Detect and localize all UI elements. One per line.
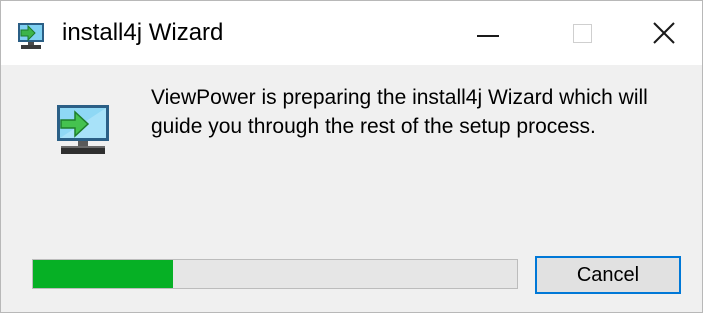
minimize-icon [477, 35, 499, 37]
dialog-content: ViewPower is preparing the install4j Wiz… [1, 65, 702, 312]
installer-window: install4j Wizard ViewPower is preparing … [0, 0, 703, 313]
installer-monitor-icon [57, 105, 109, 154]
status-message-line2: guide you through the rest of the setup … [151, 115, 596, 138]
cancel-button[interactable]: Cancel [535, 256, 681, 294]
progress-bar-fill [33, 260, 174, 288]
close-icon [653, 22, 675, 44]
window-title: install4j Wizard [62, 19, 224, 46]
status-message: ViewPower is preparing the install4j Wiz… [151, 83, 671, 141]
close-button[interactable] [626, 1, 702, 65]
status-message-line1: ViewPower is preparing the install4j Wiz… [151, 86, 648, 109]
title-bar[interactable]: install4j Wizard [1, 1, 702, 65]
installer-monitor-icon [18, 23, 44, 49]
progress-bar [32, 259, 518, 289]
maximize-button[interactable] [535, 1, 629, 65]
maximize-icon [572, 23, 592, 43]
minimize-button[interactable] [441, 1, 535, 65]
